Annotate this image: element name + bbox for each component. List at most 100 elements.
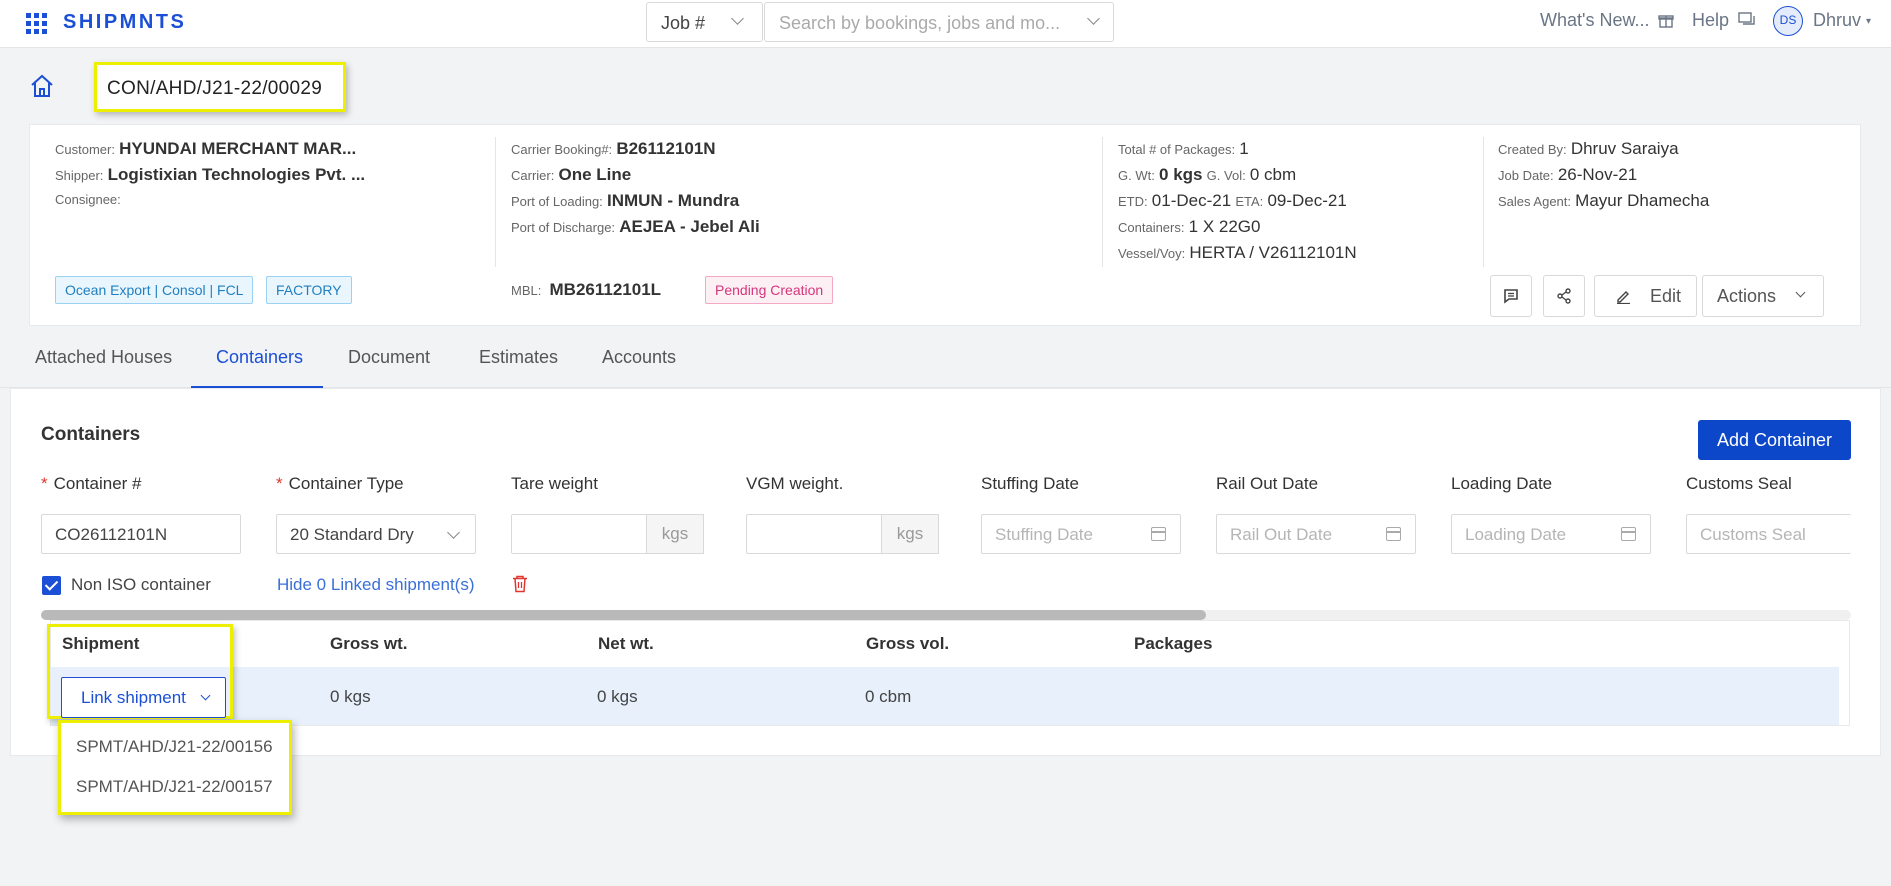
customer-value: HYUNDAI MERCHANT MAR... bbox=[119, 139, 357, 158]
add-container-button[interactable]: Add Container bbox=[1698, 420, 1851, 460]
mbl-key: MBL: bbox=[511, 283, 542, 298]
cargo-column: Total # of Packages: 1 G. Wt: 0 kgs G. V… bbox=[1118, 139, 1357, 269]
required-asterisk: * bbox=[276, 474, 283, 493]
meta-column: Created By: Dhruv Saraiya Job Date: 26-N… bbox=[1498, 139, 1709, 217]
link-shipment-label: Link shipment bbox=[81, 688, 186, 707]
actions-button[interactable]: Actions bbox=[1702, 275, 1824, 317]
loading-date-picker[interactable]: Loading Date bbox=[1451, 514, 1651, 554]
pod-value: AEJEA - Jebel Ali bbox=[619, 217, 760, 236]
etd-value: 01-Dec-21 bbox=[1151, 191, 1232, 210]
container-number-input[interactable]: CO26112101N bbox=[41, 514, 241, 554]
help-label: Help bbox=[1692, 10, 1730, 30]
share-button[interactable] bbox=[1543, 275, 1585, 317]
vessel-value: HERTA / V26112101N bbox=[1189, 243, 1357, 262]
comments-button[interactable] bbox=[1490, 275, 1532, 317]
carrier-key: Carrier: bbox=[511, 168, 555, 183]
gross-volume-value: 0 cbm bbox=[1249, 165, 1297, 184]
table-row bbox=[51, 667, 1839, 725]
chevron-down-icon bbox=[1795, 287, 1806, 298]
whats-new-label: What's New... bbox=[1540, 10, 1650, 30]
vgm-weight-unit: kgs bbox=[881, 514, 939, 554]
tab-estimates[interactable]: Estimates bbox=[479, 347, 558, 368]
pol-value: INMUN - Mundra bbox=[606, 191, 740, 210]
trash-icon[interactable] bbox=[512, 575, 528, 593]
edit-button[interactable]: Edit bbox=[1594, 275, 1697, 317]
consignee-key: Consignee: bbox=[55, 192, 121, 207]
vgm-weight-input[interactable] bbox=[746, 514, 885, 554]
customs-seal-placeholder: Customs Seal bbox=[1700, 525, 1806, 544]
rail-out-date-placeholder: Rail Out Date bbox=[1230, 525, 1333, 544]
packages-key: Total # of Packages: bbox=[1118, 142, 1236, 157]
help-chat-icon bbox=[1738, 12, 1755, 25]
mbl-field: MBL: MB26112101L bbox=[511, 280, 661, 300]
calendar-icon bbox=[1621, 527, 1636, 541]
rail-out-date-picker[interactable]: Rail Out Date bbox=[1216, 514, 1416, 554]
user-name: Dhruv bbox=[1813, 10, 1862, 30]
container-type-select[interactable]: 20 Standard Dry bbox=[276, 514, 476, 554]
global-search-input[interactable]: Search by bookings, jobs and mo... bbox=[764, 2, 1114, 42]
shipper-key: Shipper: bbox=[55, 168, 104, 183]
stuffing-date-picker[interactable]: Stuffing Date bbox=[981, 514, 1181, 554]
gross-weight-value: 0 kgs bbox=[1159, 165, 1203, 184]
pod-key: Port of Discharge: bbox=[511, 220, 616, 235]
edit-label: Edit bbox=[1650, 286, 1682, 306]
tab-attached-houses[interactable]: Attached Houses bbox=[35, 347, 172, 368]
help-link[interactable]: Help bbox=[1692, 10, 1756, 31]
row-net-wt: 0 kgs bbox=[597, 687, 638, 706]
row-gross-vol: 0 cbm bbox=[865, 687, 912, 706]
tab-containers[interactable]: Containers bbox=[216, 347, 303, 368]
tab-accounts[interactable]: Accounts bbox=[602, 347, 676, 368]
gross-weight-key: G. Wt: bbox=[1118, 168, 1155, 183]
link-shipment-dropdown[interactable]: Link shipment bbox=[61, 677, 226, 718]
container-number-label-text: Container # bbox=[53, 474, 142, 493]
link-shipment-menu: SPMT/AHD/J21-22/00156 SPMT/AHD/J21-22/00… bbox=[58, 720, 292, 815]
etd-key: ETD: bbox=[1118, 194, 1148, 209]
share-icon bbox=[1557, 288, 1571, 304]
pol-key: Port of Loading: bbox=[511, 194, 603, 209]
chevron-down-icon bbox=[731, 12, 744, 25]
rail-out-date-label: Rail Out Date bbox=[1216, 474, 1319, 493]
top-nav: SHIPMNTS Job # Search by bookings, jobs … bbox=[0, 0, 1891, 48]
required-asterisk: * bbox=[41, 474, 48, 493]
container-number-value: CO26112101N bbox=[55, 525, 168, 544]
job-number-highlight: CON/AHD/J21-22/00029 bbox=[94, 62, 346, 112]
non-iso-checkbox[interactable] bbox=[42, 576, 61, 595]
user-menu[interactable]: Dhruv ▾ bbox=[1813, 10, 1871, 31]
shipment-option[interactable]: SPMT/AHD/J21-22/00156 bbox=[76, 737, 273, 757]
hide-linked-shipments-link[interactable]: Hide 0 Linked shipment(s) bbox=[277, 575, 474, 595]
column-header-packages: Packages bbox=[1134, 634, 1213, 653]
tab-document[interactable]: Document bbox=[348, 347, 430, 368]
factory-tag: FACTORY bbox=[266, 276, 352, 304]
shipper-value: Logistixian Technologies Pvt. ... bbox=[107, 165, 366, 184]
chevron-down-icon bbox=[1087, 12, 1100, 25]
carrier-booking-key: Carrier Booking#: bbox=[511, 142, 613, 157]
job-summary-card: Customer: HYUNDAI MERCHANT MAR... Shippe… bbox=[29, 124, 1861, 326]
home-icon[interactable] bbox=[29, 73, 55, 99]
job-type-select[interactable]: Job # bbox=[646, 2, 763, 42]
non-iso-label: Non ISO container bbox=[71, 575, 211, 594]
carrier-column: Carrier Booking#: B26112101N Carrier: On… bbox=[511, 139, 760, 243]
job-date-value: 26-Nov-21 bbox=[1557, 165, 1638, 184]
section-title: Containers bbox=[41, 424, 141, 445]
whats-new-link[interactable]: What's New... bbox=[1540, 10, 1675, 31]
tare-weight-unit: kgs bbox=[646, 514, 704, 554]
pencil-icon bbox=[1617, 291, 1630, 304]
shipment-option[interactable]: SPMT/AHD/J21-22/00157 bbox=[76, 777, 273, 797]
tare-weight-input[interactable] bbox=[511, 514, 650, 554]
mbl-value: MB26112101L bbox=[549, 280, 662, 299]
column-header-gross-vol: Gross vol. bbox=[866, 634, 950, 653]
avatar[interactable]: DS bbox=[1773, 6, 1803, 36]
eta-value: 09-Dec-21 bbox=[1267, 191, 1347, 210]
horizontal-scrollbar-thumb[interactable] bbox=[41, 610, 1206, 620]
column-header-net-wt: Net wt. bbox=[598, 634, 654, 653]
column-divider bbox=[1483, 137, 1484, 267]
vessel-key: Vessel/Voy: bbox=[1118, 246, 1186, 261]
apps-grid-icon[interactable] bbox=[26, 13, 47, 34]
job-date-key: Job Date: bbox=[1498, 168, 1554, 183]
brand-logo[interactable]: SHIPMNTS bbox=[63, 11, 186, 34]
calendar-icon bbox=[1386, 527, 1401, 541]
vgm-weight-label: VGM weight. bbox=[746, 474, 844, 493]
sales-agent-value: Mayur Dhamecha bbox=[1575, 191, 1710, 210]
customs-seal-input[interactable]: Customs Seal bbox=[1686, 514, 1851, 554]
service-tag: Ocean Export | Consol | FCL bbox=[55, 276, 254, 304]
